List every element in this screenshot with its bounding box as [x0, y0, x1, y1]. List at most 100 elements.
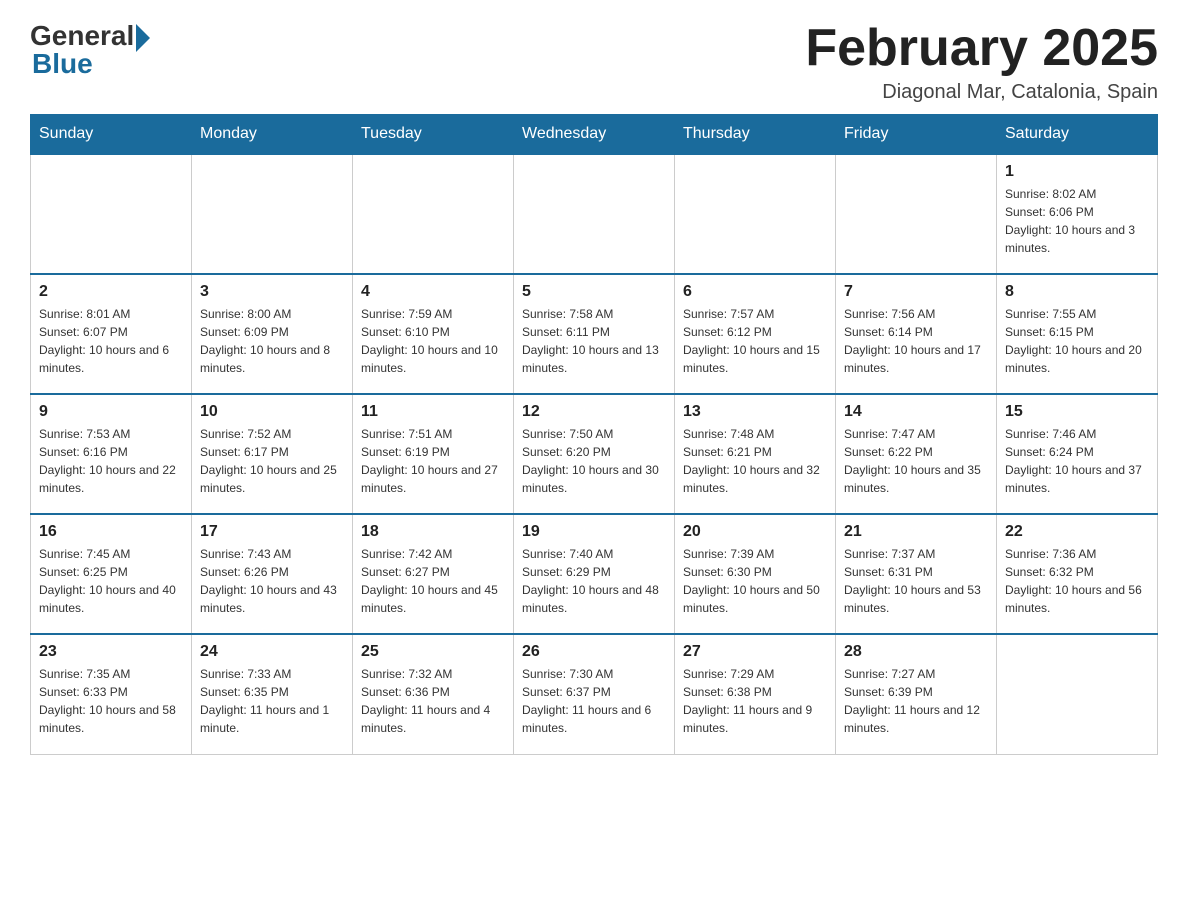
day-number: 5: [522, 283, 666, 301]
calendar-cell: 28Sunrise: 7:27 AMSunset: 6:39 PMDayligh…: [836, 634, 997, 754]
calendar-cell: 8Sunrise: 7:55 AMSunset: 6:15 PMDaylight…: [997, 274, 1158, 394]
day-info: Sunrise: 8:02 AMSunset: 6:06 PMDaylight:…: [1005, 185, 1149, 257]
day-info: Sunrise: 7:53 AMSunset: 6:16 PMDaylight:…: [39, 425, 183, 497]
weekday-header-thursday: Thursday: [675, 115, 836, 155]
day-info: Sunrise: 7:58 AMSunset: 6:11 PMDaylight:…: [522, 305, 666, 377]
calendar-cell: [997, 634, 1158, 754]
calendar-cell: 16 Sunrise: 7:45 AMSunset: 6:25 PMDayligh…: [31, 514, 192, 634]
calendar-cell: 24 Sunrise: 7:33 AMSunset: 6:35 PMDayligh…: [192, 634, 353, 754]
day-info: Sunrise: 7:48 AMSunset: 6:21 PMDaylight:…: [683, 425, 827, 497]
day-number: 24: [200, 643, 344, 661]
calendar-cell: 1 Sunrise: 8:02 AMSunset: 6:06 PMDaylight…: [997, 154, 1158, 274]
day-info: Sunrise: 7:32 AMSunset: 6:36 PMDaylight:…: [361, 665, 505, 737]
day-info: Sunrise: 7:52 AMSunset: 6:17 PMDaylight:…: [200, 425, 344, 497]
day-number: 20: [683, 523, 827, 541]
day-number: 22: [1005, 523, 1149, 541]
calendar-week-row: 16 Sunrise: 7:45 AMSunset: 6:25 PMDayligh…: [31, 514, 1158, 634]
logo: General Blue: [30, 20, 150, 80]
calendar-cell: 10 Sunrise: 7:52 AMSunset: 6:17 PMDayligh…: [192, 394, 353, 514]
day-number: 23: [39, 643, 183, 661]
day-number: 25: [361, 643, 505, 661]
weekday-header-monday: Monday: [192, 115, 353, 155]
calendar-table: SundayMondayTuesdayWednesdayThursdayFrid…: [30, 114, 1158, 755]
day-info: Sunrise: 7:40 AMSunset: 6:29 PMDaylight:…: [522, 545, 666, 617]
day-number: 13: [683, 403, 827, 421]
day-number: 6: [683, 283, 827, 301]
calendar-cell: 25 Sunrise: 7:32 AMSunset: 6:36 PMDayligh…: [353, 634, 514, 754]
day-info: Sunrise: 7:37 AMSunset: 6:31 PMDaylight:…: [844, 545, 988, 617]
day-number: 16: [39, 523, 183, 541]
day-number: 9: [39, 403, 183, 421]
day-number: 19: [522, 523, 666, 541]
day-number: 11: [361, 403, 505, 421]
location-subtitle: Diagonal Mar, Catalonia, Spain: [805, 81, 1158, 104]
calendar-cell: 9 Sunrise: 7:53 AMSunset: 6:16 PMDaylight…: [31, 394, 192, 514]
calendar-cell: 11Sunrise: 7:51 AMSunset: 6:19 PMDayligh…: [353, 394, 514, 514]
calendar-week-row: 9 Sunrise: 7:53 AMSunset: 6:16 PMDaylight…: [31, 394, 1158, 514]
logo-blue-text: Blue: [32, 48, 93, 80]
calendar-cell: [353, 154, 514, 274]
day-info: Sunrise: 7:43 AMSunset: 6:26 PMDaylight:…: [200, 545, 344, 617]
calendar-cell: 13 Sunrise: 7:48 AMSunset: 6:21 PMDayligh…: [675, 394, 836, 514]
calendar-cell: 6 Sunrise: 7:57 AMSunset: 6:12 PMDaylight…: [675, 274, 836, 394]
day-info: Sunrise: 7:55 AMSunset: 6:15 PMDaylight:…: [1005, 305, 1149, 377]
calendar-cell: 27 Sunrise: 7:29 AMSunset: 6:38 PMDayligh…: [675, 634, 836, 754]
calendar-cell: 3Sunrise: 8:00 AMSunset: 6:09 PMDaylight…: [192, 274, 353, 394]
day-number: 18: [361, 523, 505, 541]
calendar-cell: 20 Sunrise: 7:39 AMSunset: 6:30 PMDayligh…: [675, 514, 836, 634]
day-info: Sunrise: 7:33 AMSunset: 6:35 PMDaylight:…: [200, 665, 344, 737]
day-info: Sunrise: 7:42 AMSunset: 6:27 PMDaylight:…: [361, 545, 505, 617]
day-info: Sunrise: 7:29 AMSunset: 6:38 PMDaylight:…: [683, 665, 827, 737]
day-info: Sunrise: 7:59 AMSunset: 6:10 PMDaylight:…: [361, 305, 505, 377]
day-info: Sunrise: 7:39 AMSunset: 6:30 PMDaylight:…: [683, 545, 827, 617]
calendar-cell: 19 Sunrise: 7:40 AMSunset: 6:29 PMDayligh…: [514, 514, 675, 634]
day-info: Sunrise: 7:27 AMSunset: 6:39 PMDaylight:…: [844, 665, 988, 737]
calendar-cell: 14Sunrise: 7:47 AMSunset: 6:22 PMDayligh…: [836, 394, 997, 514]
day-info: Sunrise: 7:45 AMSunset: 6:25 PMDaylight:…: [39, 545, 183, 617]
day-number: 7: [844, 283, 988, 301]
weekday-header-tuesday: Tuesday: [353, 115, 514, 155]
calendar-cell: 26Sunrise: 7:30 AMSunset: 6:37 PMDayligh…: [514, 634, 675, 754]
day-info: Sunrise: 7:46 AMSunset: 6:24 PMDaylight:…: [1005, 425, 1149, 497]
calendar-cell: [836, 154, 997, 274]
weekday-header-sunday: Sunday: [31, 115, 192, 155]
weekday-header-wednesday: Wednesday: [514, 115, 675, 155]
day-number: 17: [200, 523, 344, 541]
calendar-cell: [514, 154, 675, 274]
day-info: Sunrise: 7:47 AMSunset: 6:22 PMDaylight:…: [844, 425, 988, 497]
page-header: General Blue February 2025 Diagonal Mar,…: [30, 20, 1158, 104]
day-info: Sunrise: 7:56 AMSunset: 6:14 PMDaylight:…: [844, 305, 988, 377]
weekday-header-saturday: Saturday: [997, 115, 1158, 155]
day-info: Sunrise: 8:00 AMSunset: 6:09 PMDaylight:…: [200, 305, 344, 377]
calendar-cell: 5 Sunrise: 7:58 AMSunset: 6:11 PMDaylight…: [514, 274, 675, 394]
calendar-cell: 12 Sunrise: 7:50 AMSunset: 6:20 PMDayligh…: [514, 394, 675, 514]
day-number: 10: [200, 403, 344, 421]
day-info: Sunrise: 7:35 AMSunset: 6:33 PMDaylight:…: [39, 665, 183, 737]
day-number: 26: [522, 643, 666, 661]
day-info: Sunrise: 8:01 AMSunset: 6:07 PMDaylight:…: [39, 305, 183, 377]
title-block: February 2025 Diagonal Mar, Catalonia, S…: [805, 20, 1158, 104]
day-number: 21: [844, 523, 988, 541]
day-info: Sunrise: 7:57 AMSunset: 6:12 PMDaylight:…: [683, 305, 827, 377]
calendar-cell: 4 Sunrise: 7:59 AMSunset: 6:10 PMDaylight…: [353, 274, 514, 394]
calendar-week-row: 23 Sunrise: 7:35 AMSunset: 6:33 PMDayligh…: [31, 634, 1158, 754]
calendar-cell: [675, 154, 836, 274]
calendar-week-row: 2Sunrise: 8:01 AMSunset: 6:07 PMDaylight…: [31, 274, 1158, 394]
calendar-cell: 17 Sunrise: 7:43 AMSunset: 6:26 PMDayligh…: [192, 514, 353, 634]
month-title: February 2025: [805, 20, 1158, 77]
day-number: 27: [683, 643, 827, 661]
day-number: 4: [361, 283, 505, 301]
day-number: 12: [522, 403, 666, 421]
day-number: 1: [1005, 163, 1149, 181]
weekday-header-friday: Friday: [836, 115, 997, 155]
calendar-cell: 23 Sunrise: 7:35 AMSunset: 6:33 PMDayligh…: [31, 634, 192, 754]
calendar-cell: 21 Sunrise: 7:37 AMSunset: 6:31 PMDayligh…: [836, 514, 997, 634]
calendar-cell: 15Sunrise: 7:46 AMSunset: 6:24 PMDayligh…: [997, 394, 1158, 514]
weekday-header-row: SundayMondayTuesdayWednesdayThursdayFrid…: [31, 115, 1158, 155]
day-info: Sunrise: 7:50 AMSunset: 6:20 PMDaylight:…: [522, 425, 666, 497]
logo-arrow-icon: [136, 24, 150, 52]
calendar-cell: [31, 154, 192, 274]
calendar-week-row: 1 Sunrise: 8:02 AMSunset: 6:06 PMDaylight…: [31, 154, 1158, 274]
calendar-cell: 2Sunrise: 8:01 AMSunset: 6:07 PMDaylight…: [31, 274, 192, 394]
calendar-cell: 7 Sunrise: 7:56 AMSunset: 6:14 PMDaylight…: [836, 274, 997, 394]
